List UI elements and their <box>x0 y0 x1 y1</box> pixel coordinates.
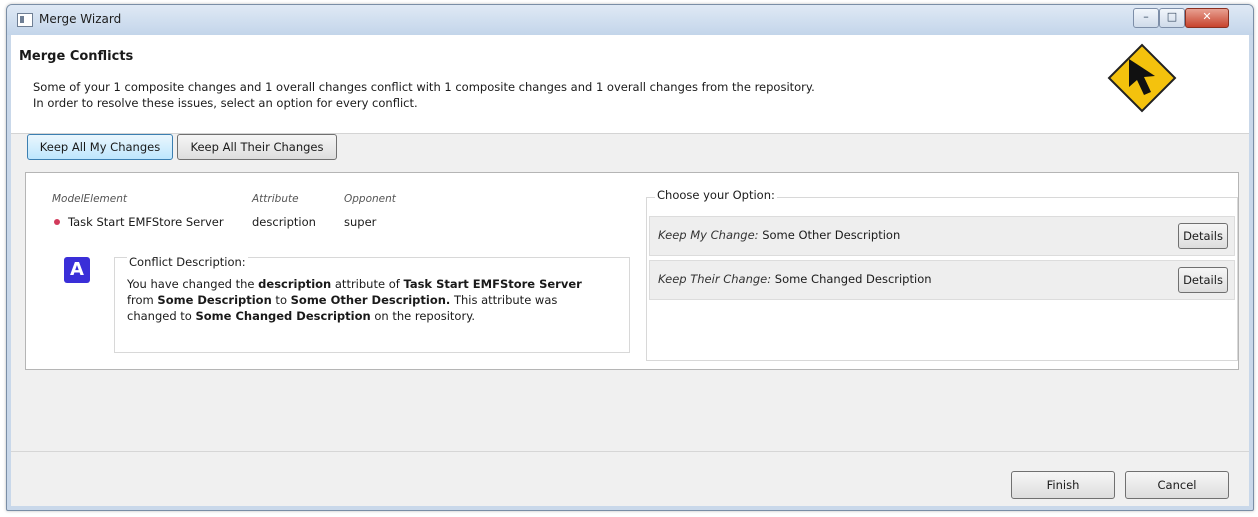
minimize-icon: – <box>1143 10 1149 23</box>
option-keep-their-change-label: Keep Their Change: <box>658 272 772 286</box>
close-button[interactable]: ✕ <box>1185 8 1229 28</box>
cancel-button[interactable]: Cancel <box>1125 471 1229 499</box>
opponent-value: super <box>344 215 377 229</box>
model-element-value: Task Start EMFStore Server <box>68 215 224 229</box>
details-button-mine[interactable]: Details <box>1178 223 1228 249</box>
options-title: Choose your Option: <box>655 188 777 202</box>
minimize-button[interactable]: – <box>1133 8 1159 28</box>
column-header-attribute: Attribute <box>252 193 299 205</box>
keep-all-my-changes-button[interactable]: Keep All My Changes <box>27 134 173 160</box>
column-header-opponent: Opponent <box>344 193 396 205</box>
option-keep-my-change-value: Some Other Description <box>762 228 901 242</box>
option-keep-my-change[interactable]: Keep My Change: Some Other Description D… <box>649 216 1235 256</box>
maximize-button[interactable]: □ <box>1159 8 1185 28</box>
footer-divider <box>11 451 1249 452</box>
header-message-line-2: In order to resolve these issues, select… <box>33 96 418 110</box>
keep-all-their-changes-button[interactable]: Keep All Their Changes <box>177 134 337 160</box>
details-button-theirs[interactable]: Details <box>1178 267 1228 293</box>
maximize-icon: □ <box>1166 10 1178 23</box>
header-message-line-1: Some of your 1 composite changes and 1 o… <box>33 80 815 94</box>
title-bar[interactable]: Merge Wizard – □ ✕ <box>7 5 1253 35</box>
option-keep-their-change-text: Keep Their Change: Some Changed Descript… <box>658 272 932 286</box>
option-keep-their-change-value: Some Changed Description <box>774 272 932 286</box>
window-title: Merge Wizard <box>39 12 122 26</box>
wizard-client-area: Merge Conflicts Some of your 1 composite… <box>11 35 1249 506</box>
close-icon: ✕ <box>1202 10 1212 23</box>
conflict-panel: ModelElement Attribute Opponent Task Sta… <box>25 172 1239 370</box>
merge-wizard-window: Merge Wizard – □ ✕ Merge Conflicts Some … <box>6 4 1254 511</box>
options-group: Choose your Option: Keep My Change: Some… <box>646 188 1238 361</box>
conflict-description-text: You have changed the description attribu… <box>127 277 582 323</box>
conflict-icon-glyph: A <box>70 259 84 280</box>
header-message: Some of your 1 composite changes and 1 o… <box>33 79 815 111</box>
option-keep-my-change-text: Keep My Change: Some Other Description <box>658 228 900 242</box>
conflict-type-icon: A <box>64 257 90 283</box>
option-keep-their-change[interactable]: Keep Their Change: Some Changed Descript… <box>649 260 1235 300</box>
attribute-value: description <box>252 215 316 229</box>
column-header-model-element: ModelElement <box>52 193 127 205</box>
wizard-header: Merge Conflicts Some of your 1 composite… <box>11 35 1249 134</box>
option-keep-my-change-label: Keep My Change: <box>658 228 759 242</box>
finish-button[interactable]: Finish <box>1011 471 1115 499</box>
page-title: Merge Conflicts <box>19 49 134 64</box>
model-element-bullet-icon <box>54 219 60 225</box>
conflict-description-box: Conflict Description: You have changed t… <box>114 255 630 353</box>
window-icon <box>17 13 33 27</box>
conflict-description-title: Conflict Description: <box>127 255 248 269</box>
merge-wizard-logo-icon <box>1107 43 1177 113</box>
